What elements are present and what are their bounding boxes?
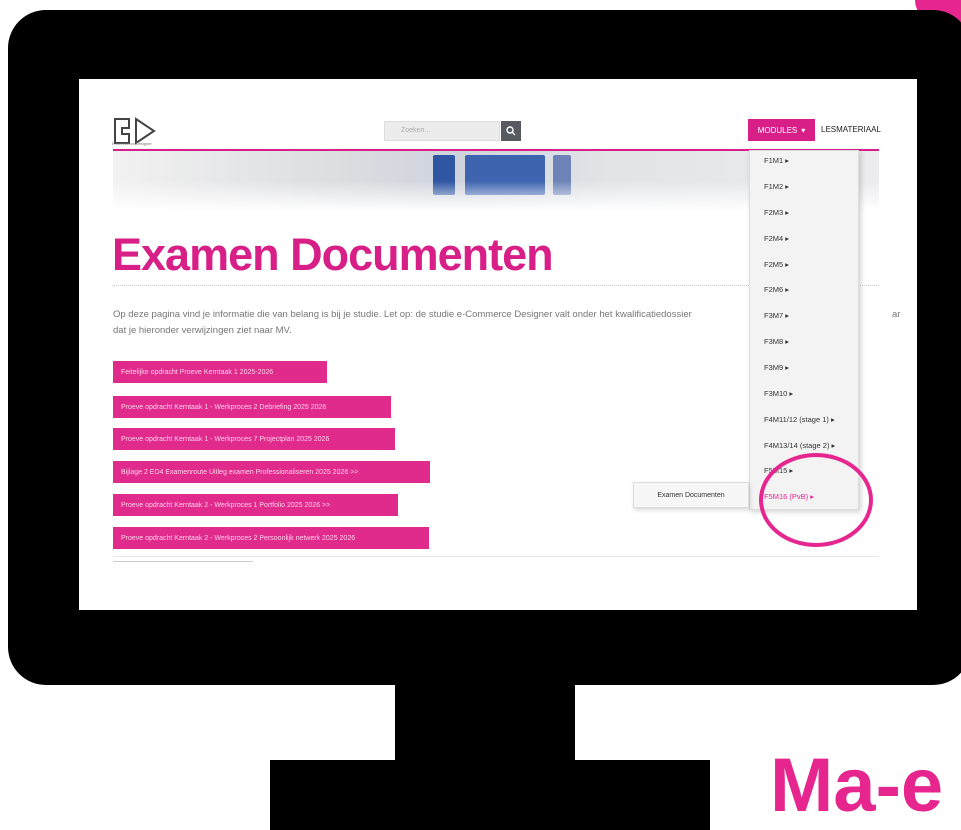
submenu-examen-documenten[interactable]: Examen Documenten <box>633 482 749 508</box>
document-link-button[interactable]: Proeve opdracht Kerntaak 1 - Werkproces … <box>113 396 391 418</box>
menu-item-f2m5[interactable]: F2M5 ▸ <box>764 260 789 269</box>
menu-item-f5m16[interactable]: F5M16 (PvB) ▸ <box>764 492 814 501</box>
menu-item-f1m1[interactable]: F1M1 ▸ <box>764 156 789 165</box>
menu-item-f4m13-14[interactable]: F4M13/14 (stage 2) ▸ <box>764 441 835 450</box>
caret-down-icon: ▾ <box>801 125 806 135</box>
monitor-neck <box>395 683 575 763</box>
intro-line-tail: ar <box>892 309 901 320</box>
menu-item-f5m15[interactable]: F5M15 ▸ <box>764 466 793 475</box>
modules-menu-button[interactable]: MODULES ▾ <box>748 119 815 141</box>
menu-item-f2m6[interactable]: F2M6 ▸ <box>764 285 789 294</box>
nav-lesmateriaal[interactable]: LESMATERIAAL <box>821 125 881 134</box>
content-divider <box>113 556 879 557</box>
content-divider-short <box>113 561 253 562</box>
modules-dropdown: F1M1 ▸ F1M2 ▸ F2M3 ▸ F2M4 ▸ F2M5 ▸ F2M6 … <box>749 150 859 510</box>
modules-label: MODULES <box>757 125 798 135</box>
document-link-button[interactable]: Bijlage 2 ED4 Examenroute Uitleg examen … <box>113 461 430 483</box>
menu-item-f1m2[interactable]: F1M2 ▸ <box>764 182 789 191</box>
document-link-button[interactable]: Proeve opdracht Kerntaak 2 - Werkproces … <box>113 527 429 549</box>
menu-item-f3m9[interactable]: F3M9 ▸ <box>764 363 789 372</box>
document-link-button[interactable]: Proeve opdracht Kerntaak 1 - Werkproces … <box>113 428 395 450</box>
document-link-button[interactable]: Feitelijke opdracht Proeve Kerntaak 1 20… <box>113 361 327 383</box>
search-button[interactable] <box>501 121 521 141</box>
menu-item-f3m8[interactable]: F3M8 ▸ <box>764 337 789 346</box>
search-icon <box>506 126 516 136</box>
menu-item-f3m7[interactable]: F3M7 ▸ <box>764 311 789 320</box>
menu-item-f4m11-12[interactable]: F4M11/12 (stage 1) ▸ <box>764 415 835 424</box>
monitor-screen: E-commerce Designer Zoeken... MODULES ▾ … <box>79 79 917 610</box>
logo-subtext: E-commerce Designer <box>112 141 152 146</box>
site-header: E-commerce Designer Zoeken... MODULES ▾ … <box>79 79 917 149</box>
page-title: Examen Documenten <box>112 229 554 280</box>
brand-text: Ma-e <box>770 743 944 828</box>
menu-item-f3m10[interactable]: F3M10 ▸ <box>764 389 793 398</box>
menu-item-f2m4[interactable]: F2M4 ▸ <box>764 234 789 243</box>
document-link-button[interactable]: Proeve opdracht Kerntaak 2 - Werkproces … <box>113 494 398 516</box>
search-input[interactable]: Zoeken... <box>384 121 500 141</box>
monitor-base <box>270 760 710 830</box>
menu-item-f2m3[interactable]: F2M3 ▸ <box>764 208 789 217</box>
